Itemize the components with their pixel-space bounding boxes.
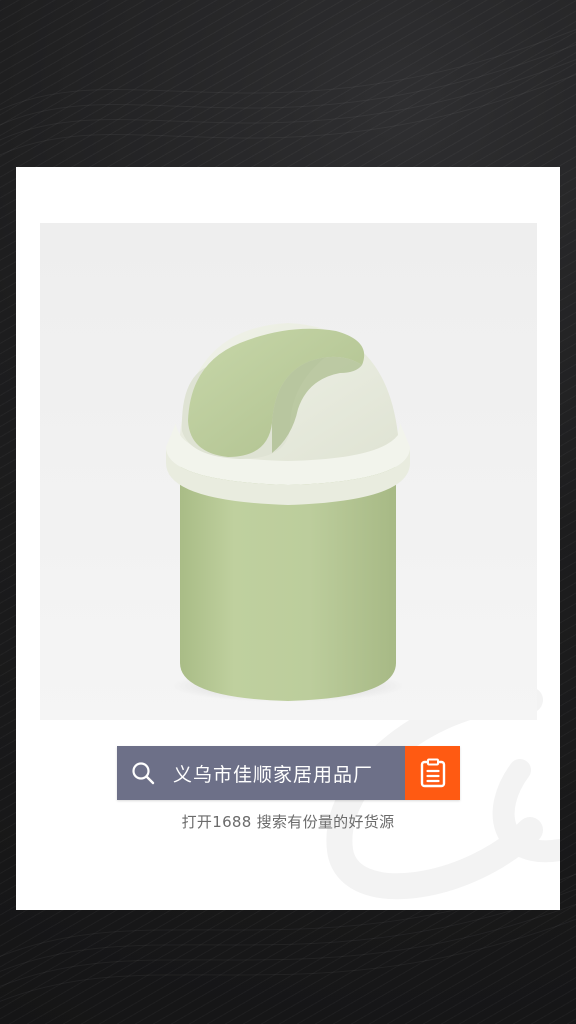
product-card: 义乌市佳顺家居用品厂 打开1688 搜索有份量的好货源 — [16, 167, 560, 910]
search-button[interactable] — [405, 746, 460, 800]
product-photo — [40, 223, 537, 720]
trash-can-image — [166, 323, 410, 702]
search-field[interactable]: 义乌市佳顺家居用品厂 — [117, 746, 405, 800]
search-bar: 义乌市佳顺家居用品厂 — [117, 746, 460, 800]
search-icon — [132, 762, 155, 785]
search-query-text: 义乌市佳顺家居用品厂 — [173, 763, 374, 786]
caption-text: 打开1688 搜索有份量的好货源 — [181, 813, 395, 831]
clipboard-icon — [420, 758, 445, 788]
